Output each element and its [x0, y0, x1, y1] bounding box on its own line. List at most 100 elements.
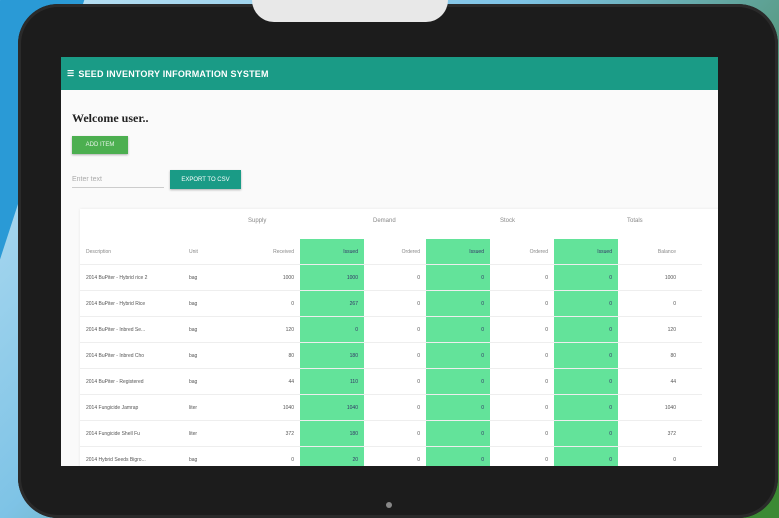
table-cell [682, 264, 702, 291]
app-screen: ☰ SEED INVENTORY INFORMATION SYSTEM Welc… [61, 57, 718, 466]
table-header-row: Description Unit Received Issued Ordered… [80, 239, 702, 265]
table-row[interactable]: 2014 BuPiter - Hybrid rice 2 bag 1000 1000 0… [80, 264, 702, 291]
table-cell: 0 [490, 446, 554, 466]
table-cell: 0 [364, 446, 426, 466]
table-cell: 0 [554, 290, 618, 317]
table-cell [682, 420, 702, 447]
table-cell: 267 [300, 290, 364, 317]
table-cell [682, 316, 702, 343]
table-cell: 1000 [618, 264, 682, 291]
app-bar: ☰ SEED INVENTORY INFORMATION SYSTEM [61, 57, 718, 90]
item-description-cell: 2014 BuPiter - Inbred Cho [80, 342, 183, 369]
item-description-cell: 2014 BuPiter - Hybrid rice 2 [80, 264, 183, 291]
table-row[interactable]: 2014 Fungicide Jamrap liter 1040 1040 0 0 0 0 10… [80, 394, 702, 421]
table-cell: 0 [426, 446, 490, 466]
table-cell: 0 [364, 290, 426, 317]
item-description-cell: 2014 Fungicide Shell Fu [80, 420, 183, 447]
table-row[interactable]: 2014 BuPiter - Inbred Cho bag 80 180 0 0 0 0 80 [80, 342, 702, 369]
table-cell: 0 [554, 342, 618, 369]
table-cell: 1040 [300, 394, 364, 421]
table-cell: 80 [245, 342, 300, 369]
table-cell: 0 [245, 290, 300, 317]
inventory-table: Description Unit Received Issued Ordered… [80, 239, 702, 466]
table-row[interactable]: 2014 BuPiter - Hybrid Rice bag 0 267 0 0 0 0 0 [80, 290, 702, 317]
table-cell: 0 [300, 316, 364, 343]
table-cell: liter [183, 394, 245, 421]
column-header[interactable]: Received [245, 239, 300, 265]
table-cell: 0 [618, 446, 682, 466]
table-cell: bag [183, 446, 245, 466]
table-cell: bag [183, 264, 245, 291]
table-cell: 0 [618, 290, 682, 317]
item-description-cell: 2014 Fungicide Jamrap [80, 394, 183, 421]
column-header [682, 239, 702, 265]
table-cell: 180 [300, 420, 364, 447]
table-cell: 0 [364, 394, 426, 421]
table-cell [682, 368, 702, 395]
table-cell: 0 [490, 368, 554, 395]
table-cell: 372 [618, 420, 682, 447]
add-item-button[interactable]: ADD ITEM [72, 136, 128, 154]
table-cell: 1000 [245, 264, 300, 291]
column-header[interactable]: Issued [554, 239, 618, 265]
app-title: SEED INVENTORY INFORMATION SYSTEM [78, 68, 269, 79]
table-cell [682, 342, 702, 369]
search-input[interactable] [72, 171, 164, 188]
table-cell: 1000 [300, 264, 364, 291]
table-cell: 44 [618, 368, 682, 395]
table-cell: 0 [426, 264, 490, 291]
table-row[interactable]: 2014 Hybrid Seeds Bigro... bag 0 20 0 0 0 0 0 [80, 446, 702, 466]
table-row[interactable]: 2014 BuPiter - Inbred Se... bag 120 0 0 0 0 0 12… [80, 316, 702, 343]
column-header[interactable]: Description [80, 239, 183, 265]
column-header[interactable]: Balance [618, 239, 682, 265]
table-cell: bag [183, 368, 245, 395]
group-header: Demand [373, 218, 396, 224]
table-cell: 0 [554, 420, 618, 447]
table-cell: 120 [245, 316, 300, 343]
table-cell: bag [183, 290, 245, 317]
column-header[interactable]: Issued [300, 239, 364, 265]
table-cell: 0 [490, 394, 554, 421]
table-cell: 0 [364, 342, 426, 369]
group-header: Totals [627, 218, 643, 224]
table-row[interactable]: 2014 Fungicide Shell Fu liter 372 180 0 0 0 0 37… [80, 420, 702, 447]
table-cell: 0 [426, 420, 490, 447]
tablet-camera [386, 502, 392, 508]
table-cell: 1040 [245, 394, 300, 421]
table-cell [682, 290, 702, 317]
group-header: Stock [500, 218, 516, 224]
table-cell [682, 394, 702, 421]
table-cell: 0 [364, 368, 426, 395]
column-header[interactable]: Unit [183, 239, 245, 265]
table-cell: 0 [426, 342, 490, 369]
table-cell: 44 [245, 368, 300, 395]
table-cell: 0 [490, 342, 554, 369]
table-cell: 0 [490, 420, 554, 447]
table-cell: bag [183, 316, 245, 343]
table-cell: 20 [300, 446, 364, 466]
table-cell: bag [183, 342, 245, 369]
table-cell: 0 [426, 368, 490, 395]
table-row[interactable]: 2014 BuPiter - Registered bag 44 110 0 0 0 0 44 [80, 368, 702, 395]
table-cell: 0 [554, 264, 618, 291]
table-cell: 0 [554, 394, 618, 421]
table-cell: 0 [554, 446, 618, 466]
table-cell: 0 [245, 446, 300, 466]
menu-icon[interactable]: ☰ [67, 69, 74, 78]
column-header[interactable]: Ordered [364, 239, 426, 265]
table-cell: 0 [364, 264, 426, 291]
item-description-cell: 2014 BuPiter - Registered [80, 368, 183, 395]
table-cell: 1040 [618, 394, 682, 421]
table-cell: 0 [426, 394, 490, 421]
table-cell [682, 446, 702, 466]
group-header: Supply [248, 218, 267, 224]
item-description-cell: 2014 Hybrid Seeds Bigro... [80, 446, 183, 466]
table-cell: 180 [300, 342, 364, 369]
table-cell: 0 [490, 316, 554, 343]
column-header[interactable]: Ordered [490, 239, 554, 265]
table-cell: 0 [554, 316, 618, 343]
table-cell: 0 [490, 264, 554, 291]
export-button[interactable]: EXPORT TO CSV [170, 170, 241, 189]
column-header[interactable]: Issued [426, 239, 490, 265]
inventory-table-card: Supply Demand Stock Totals Description U… [80, 209, 718, 466]
